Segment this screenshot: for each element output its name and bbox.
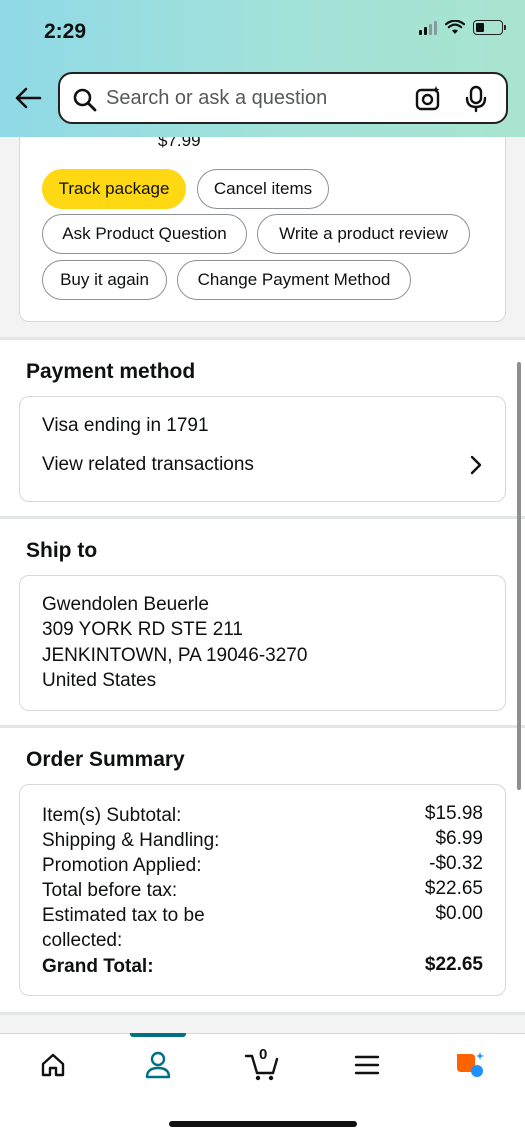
ask-product-question-button[interactable]: Ask Product Question <box>42 214 247 254</box>
microphone-icon[interactable] <box>464 85 488 113</box>
recipient-name: Gwendolen Beuerle <box>42 594 209 615</box>
summary-label: Estimated tax to be collected: <box>42 905 205 951</box>
summary-row-subtotal: Item(s) Subtotal: $15.98 <box>42 803 483 828</box>
active-tab-indicator <box>130 1033 186 1037</box>
scrollbar[interactable] <box>517 362 521 790</box>
payment-section: Payment method Visa ending in 1791 View … <box>0 337 525 517</box>
status-time: 2:29 <box>44 20 87 43</box>
track-package-button[interactable]: Track package <box>42 169 186 209</box>
address-box: Gwendolen Beuerle 309 YORK RD STE 211 JE… <box>19 575 506 711</box>
address-city: JENKINTOWN, PA 19046-3270 <box>42 645 308 666</box>
address-country: United States <box>42 670 157 691</box>
nav-rufus[interactable] <box>450 1048 490 1082</box>
nav-home[interactable] <box>33 1048 73 1082</box>
home-icon <box>41 1053 65 1077</box>
order-details-content[interactable]: $7.99 Track package Cancel items Ask Pro… <box>0 137 525 1033</box>
summary-row-estimated-tax: Estimated tax to be collected: $0.00 <box>42 903 483 953</box>
summary-row-promotion: Promotion Applied: -$0.32 <box>42 853 483 878</box>
account-icon <box>145 1051 171 1079</box>
address-street: 309 YORK RD STE 211 <box>42 619 244 640</box>
ship-to-section: Ship to Gwendolen Beuerle 309 YORK RD ST… <box>0 516 525 726</box>
write-review-button[interactable]: Write a product review <box>257 214 470 254</box>
search-input[interactable]: Search or ask a question <box>58 72 508 124</box>
bottom-navigation: 0 <box>0 1033 525 1136</box>
summary-value: $22.65 <box>424 878 483 899</box>
search-icon <box>73 88 97 112</box>
chevron-right-icon[interactable] <box>469 455 483 475</box>
summary-row-grand-total: Grand Total: $22.65 <box>42 954 483 979</box>
summary-label: Grand Total: <box>42 956 154 977</box>
summary-value: -$0.32 <box>429 853 483 874</box>
item-price: $7.99 <box>158 137 201 150</box>
view-related-transactions-link[interactable]: View related transactions <box>42 454 483 476</box>
buy-again-button[interactable]: Buy it again <box>42 260 167 300</box>
nav-menu[interactable] <box>347 1048 387 1082</box>
search-placeholder: Search or ask a question <box>106 87 328 109</box>
signal-icon <box>419 20 437 35</box>
order-summary-title: Order Summary <box>26 748 185 771</box>
order-summary-section: Order Summary Item(s) Subtotal: $15.98 S… <box>0 725 525 1015</box>
nav-cart[interactable]: 0 <box>242 1046 282 1082</box>
cart-count: 0 <box>259 1046 268 1063</box>
rufus-icon <box>457 1052 484 1077</box>
camera-search-icon[interactable] <box>414 85 442 113</box>
summary-value: $0.00 <box>435 903 483 924</box>
wifi-icon <box>445 20 465 34</box>
cancel-items-button[interactable]: Cancel items <box>197 169 329 209</box>
summary-value: $22.65 <box>424 954 483 975</box>
nav-account[interactable] <box>138 1048 178 1082</box>
payment-method-title: Payment method <box>26 360 196 383</box>
payment-card-box: Visa ending in 1791 View related transac… <box>19 396 506 502</box>
view-related-transactions-label: View related transactions <box>42 454 254 475</box>
payment-card-text: Visa ending in 1791 <box>42 415 209 436</box>
summary-label: Shipping & Handling: <box>42 830 220 851</box>
summary-row-total-before-tax: Total before tax: $22.65 <box>42 878 483 903</box>
status-icons <box>419 20 506 35</box>
top-bar: 2:29 Search or ask a question <box>0 0 525 137</box>
summary-value: $6.99 <box>435 828 483 849</box>
battery-icon <box>473 20 506 35</box>
back-arrow-icon[interactable] <box>14 86 42 110</box>
home-indicator <box>169 1121 357 1127</box>
summary-row-shipping: Shipping & Handling: $6.99 <box>42 828 483 853</box>
summary-value: $15.98 <box>424 803 483 824</box>
summary-label: Item(s) Subtotal: <box>42 805 182 826</box>
ship-to-title: Ship to <box>26 539 98 562</box>
change-payment-method-button[interactable]: Change Payment Method <box>177 260 411 300</box>
menu-icon <box>354 1055 380 1075</box>
summary-label: Promotion Applied: <box>42 855 202 876</box>
summary-label: Total before tax: <box>42 880 178 901</box>
order-summary-box: Item(s) Subtotal: $15.98 Shipping & Hand… <box>19 784 506 996</box>
